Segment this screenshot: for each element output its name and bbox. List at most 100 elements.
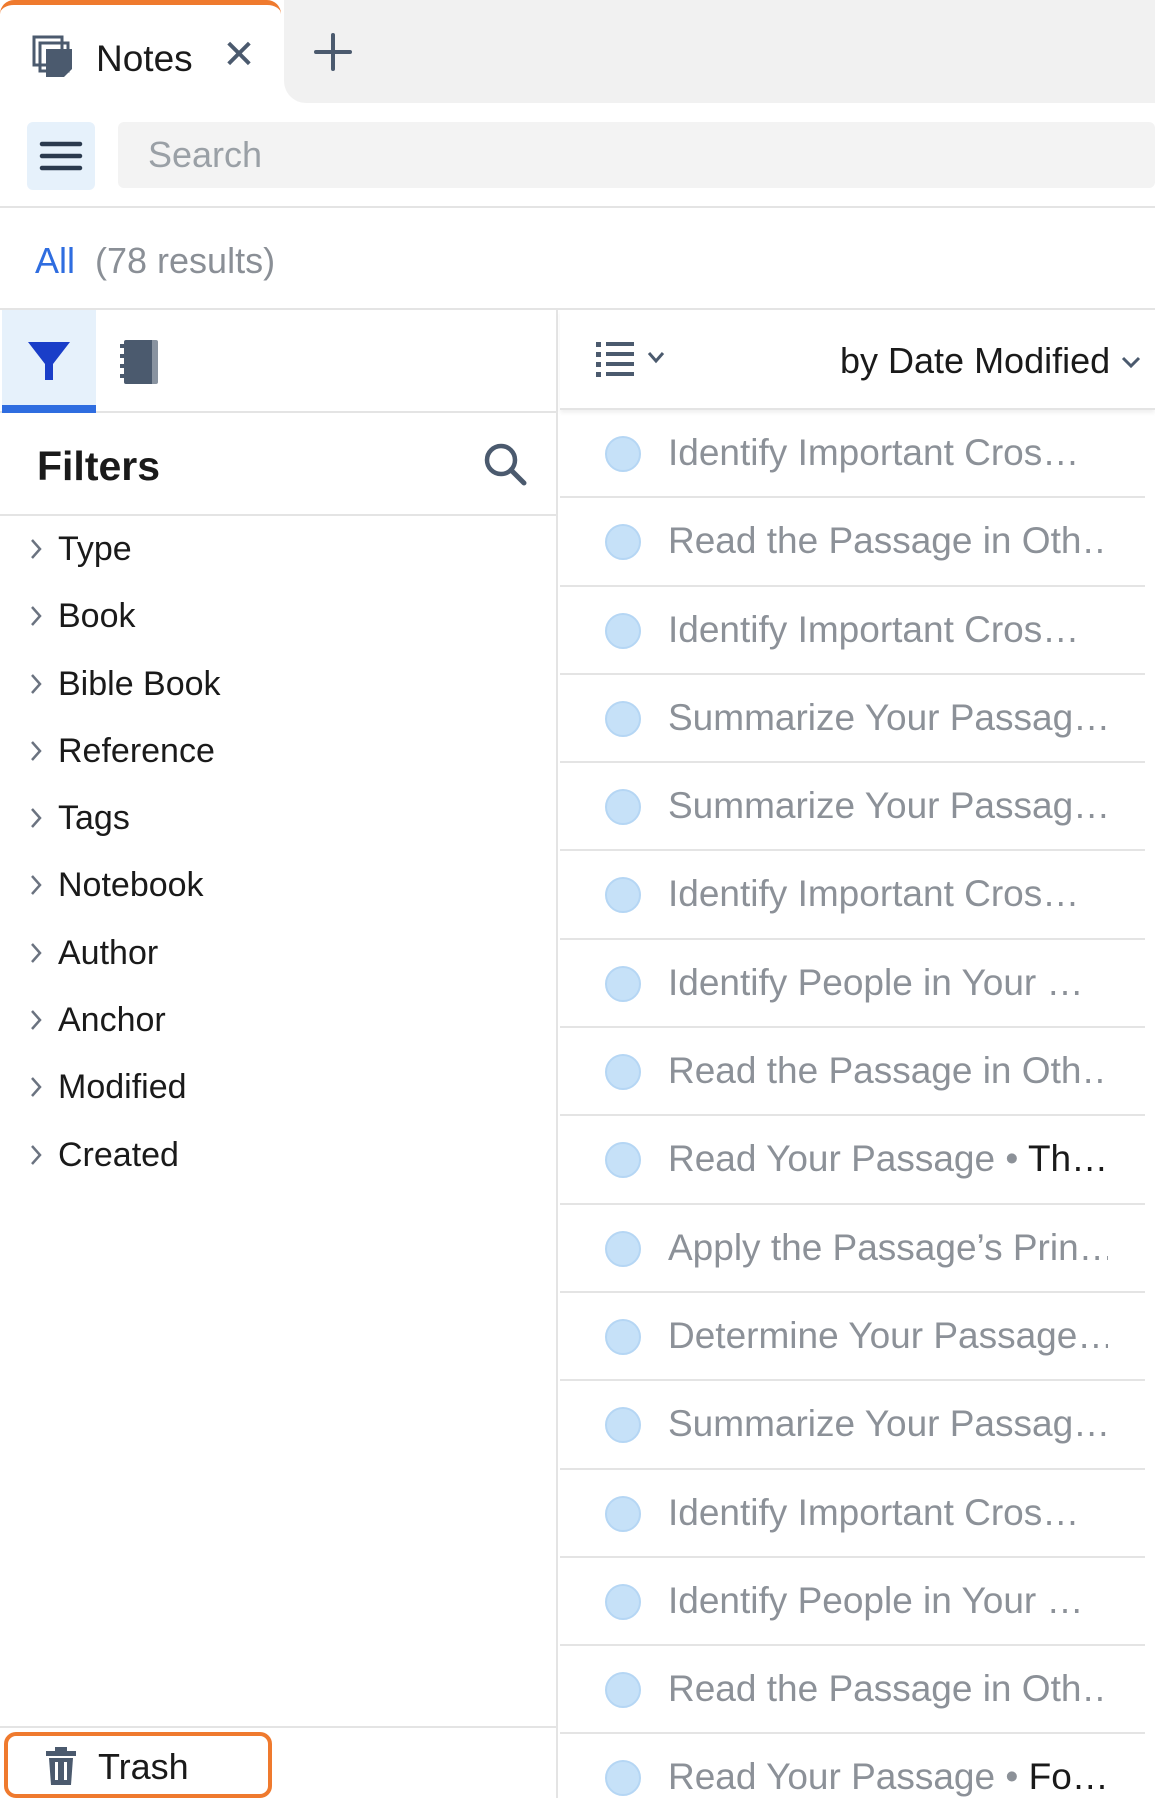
tab-notes[interactable]: Notes ✕ [0, 0, 281, 105]
filter-item-label: Created [58, 1135, 179, 1174]
tab-filters[interactable] [2, 310, 96, 413]
filter-item-modified[interactable]: Modified [0, 1054, 558, 1121]
filter-item-label: Anchor [58, 1001, 166, 1040]
chevron-right-icon [31, 1144, 42, 1165]
note-row[interactable]: Read Your Passage • Th… [560, 1116, 1145, 1205]
filters-title: Filters [37, 443, 161, 489]
notebook-icon [120, 340, 158, 384]
note-status-dot [605, 1495, 641, 1532]
menu-button[interactable] [27, 122, 95, 190]
note-row[interactable]: Read the Passage in Oth… [560, 1028, 1145, 1117]
chevron-down-icon [647, 352, 665, 364]
hamburger-icon [39, 141, 83, 171]
note-status-dot [605, 1407, 641, 1444]
search-icon[interactable] [482, 441, 528, 487]
note-row[interactable]: Identify People in Your … [560, 1558, 1145, 1647]
filters-header: Filters [0, 413, 558, 516]
note-status-dot [605, 1760, 641, 1797]
note-row[interactable]: Identify Important Cros… [560, 851, 1145, 940]
tab-strip-background [284, 0, 1155, 103]
trash-icon [46, 1747, 76, 1785]
chevron-right-icon [31, 606, 42, 627]
filter-item-tags[interactable]: Tags [0, 785, 558, 852]
note-row[interactable]: Identify Important Cros… [560, 410, 1145, 499]
filter-item-bible-book[interactable]: Bible Book [0, 651, 558, 718]
note-row[interactable]: Apply the Passage’s Prin… [560, 1205, 1145, 1293]
tab-notebooks[interactable] [96, 310, 190, 413]
note-title-separator: • [995, 1756, 1029, 1798]
note-title-main: Read Your Passage [668, 1138, 996, 1180]
note-row[interactable]: Read the Passage in Oth… [560, 1646, 1145, 1735]
note-title: Read Your Passage • Th… [668, 1138, 1108, 1180]
note-title: Read the Passage in Oth… [668, 1668, 1108, 1710]
view-mode-dropdown[interactable] [594, 336, 672, 384]
filter-item-book[interactable]: Book [0, 583, 558, 650]
list-view-icon [596, 342, 665, 377]
note-title-extra: Th… [1027, 1138, 1108, 1180]
left-pane-tabs [0, 310, 558, 413]
chevron-down-icon [1121, 356, 1141, 369]
chevron-right-icon [31, 539, 42, 559]
filter-item-label: Modified [58, 1068, 187, 1107]
new-tab-plus-icon[interactable] [308, 27, 358, 77]
note-status-dot [605, 1054, 641, 1091]
filter-item-label: Reference [58, 731, 215, 770]
note-row[interactable]: Read the Passage in Oth… [560, 498, 1145, 587]
note-row[interactable]: Read Your Passage • Fo… [560, 1734, 1145, 1798]
note-status-dot [605, 1230, 641, 1267]
note-title-separator: • [995, 1138, 1028, 1180]
results-row: All (78 results) [0, 208, 1155, 310]
filter-item-type[interactable]: Type [0, 516, 558, 583]
note-status-dot [605, 436, 641, 472]
note-status-dot [605, 1318, 641, 1355]
note-status-dot [605, 965, 641, 1002]
chevron-right-icon [31, 808, 42, 829]
chevron-right-icon [31, 942, 42, 963]
filter-item-notebook[interactable]: Notebook [0, 852, 558, 919]
chevron-right-icon [31, 875, 42, 896]
search-row [0, 105, 1155, 208]
note-status-dot [605, 700, 641, 737]
note-title: Identify People in Your … [668, 1579, 1084, 1621]
filter-item-label: Type [58, 530, 132, 568]
search-box[interactable] [118, 122, 1155, 188]
note-row[interactable]: Summarize Your Passag… [560, 1381, 1145, 1470]
filter-item-author[interactable]: Author [0, 920, 558, 987]
filter-item-reference[interactable]: Reference [0, 718, 558, 785]
note-row[interactable]: Identify Important Cros… [560, 1470, 1145, 1558]
note-title: Summarize Your Passag… [668, 785, 1108, 827]
note-title: Identify Important Cros… [668, 432, 1080, 473]
note-title: Summarize Your Passag… [668, 696, 1108, 738]
note-title: Identify Important Cros… [668, 1491, 1080, 1533]
notes-pane: by Date Modified Identify Important Cros… [560, 310, 1155, 1798]
filter-list: Type Book Bible Book Reference Tags Note… [0, 516, 558, 1189]
results-filter-all-link[interactable]: All [35, 240, 75, 282]
note-status-dot [605, 877, 641, 914]
note-title: Read Your Passage • Fo… [668, 1756, 1108, 1798]
chevron-right-icon [31, 673, 42, 694]
filter-item-anchor[interactable]: Anchor [0, 987, 558, 1054]
note-title: Summarize Your Passag… [668, 1403, 1108, 1445]
note-title: Determine Your Passage… [668, 1314, 1108, 1356]
close-tab-icon[interactable]: ✕ [219, 35, 259, 75]
sort-dropdown[interactable]: by Date Modified [840, 340, 1155, 384]
note-status-dot [605, 524, 641, 561]
note-title: Read the Passage in Oth… [668, 1050, 1108, 1092]
filter-item-label: Notebook [58, 866, 204, 905]
search-input[interactable] [148, 134, 1048, 176]
note-status-dot [605, 1583, 641, 1620]
note-row[interactable]: Summarize Your Passag… [560, 763, 1145, 852]
note-row[interactable]: Identify Important Cros… [560, 587, 1145, 675]
filter-item-label: Bible Book [58, 664, 221, 703]
note-status-dot [605, 1142, 641, 1179]
trash-button[interactable]: Trash [4, 1732, 272, 1798]
note-status-dot [605, 789, 641, 826]
chevron-right-icon [31, 741, 42, 761]
note-row[interactable]: Identify People in Your … [560, 940, 1145, 1029]
note-title: Identify Important Cros… [668, 608, 1080, 650]
filter-item-created[interactable]: Created [0, 1122, 558, 1189]
chevron-right-icon [31, 1010, 42, 1030]
note-row[interactable]: Summarize Your Passag… [560, 675, 1145, 764]
filter-item-label: Author [58, 933, 159, 972]
note-row[interactable]: Determine Your Passage… [560, 1293, 1145, 1382]
